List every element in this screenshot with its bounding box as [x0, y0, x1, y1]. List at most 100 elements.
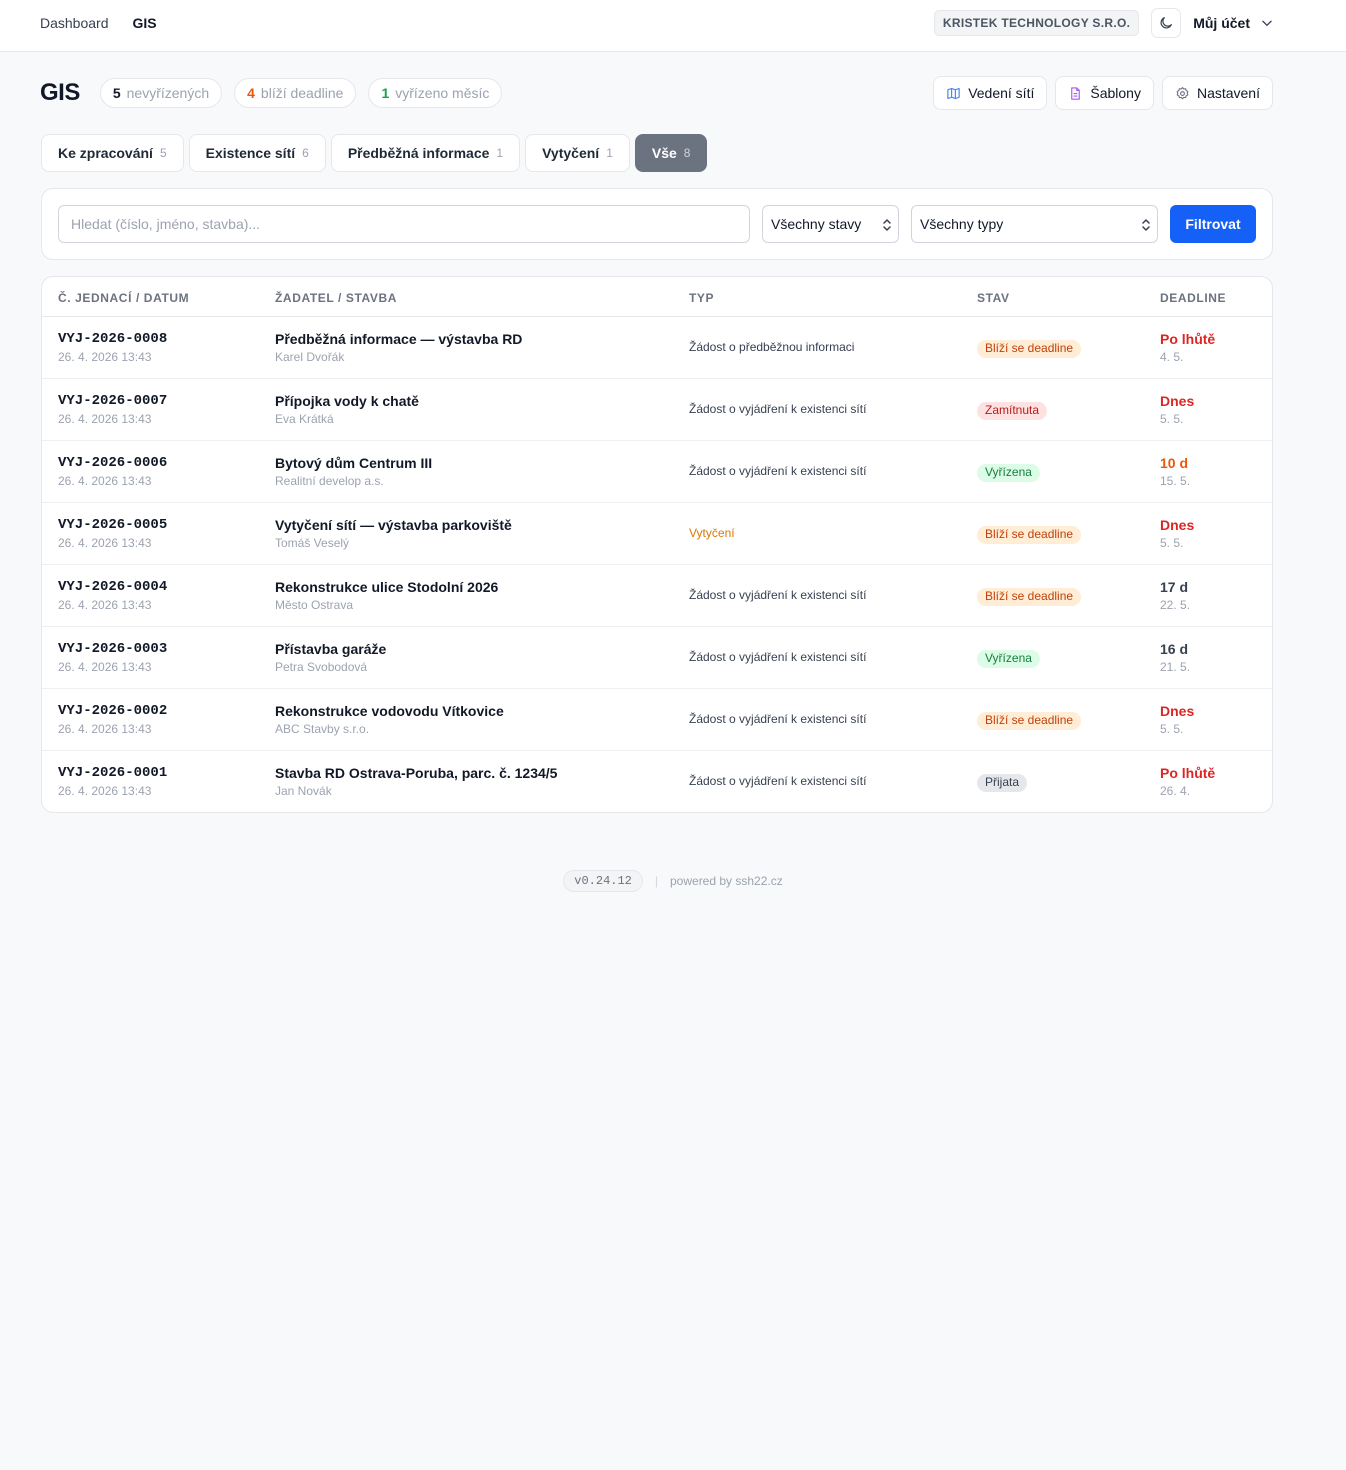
stat-done-month: 1 vyřízeno měsíc: [368, 78, 503, 108]
tab-count: 1: [496, 146, 504, 160]
state-cell: Blíží se deadline: [977, 587, 1082, 606]
construction-name[interactable]: Bytový dům Centrum III: [275, 455, 432, 471]
case-number[interactable]: VYJ-2026-0004: [58, 579, 167, 595]
deadline-cell: 17 d 22. 5.: [1160, 579, 1190, 612]
type-cell: Žádost o předběžnou informaci: [689, 340, 855, 354]
account-menu[interactable]: Můj účet: [1193, 15, 1274, 31]
settings-button[interactable]: Nastavení: [1161, 76, 1273, 110]
deadline-cell: Dnes 5. 5.: [1160, 393, 1194, 426]
updown-caret-icon: [1142, 219, 1150, 231]
deadline-status: Dnes: [1160, 393, 1195, 409]
header-type[interactable]: TYP: [689, 291, 714, 305]
applicant-cell: Stavba RD Ostrava-Poruba, parc. č. 1234/…: [275, 765, 557, 798]
deadline-cell: Po lhůtě 4. 5.: [1160, 331, 1215, 364]
theme-toggle-button[interactable]: [1151, 8, 1182, 38]
state-cell: Zamítnuta: [977, 401, 1048, 420]
table-row[interactable]: VYJ-2026-0001 26. 4. 2026 13:43 Stavba RD …: [42, 751, 1272, 812]
deadline-date: 15. 5.: [1160, 474, 1191, 488]
status-badge: Vyřízena: [977, 650, 1040, 668]
tab-predbezna-informace[interactable]: Předběžná informace 1: [330, 134, 521, 172]
footer: v0.24.12 | powered by ssh22.cz: [0, 870, 1346, 892]
applicant-cell: Vytyčení sítí — výstavba parkoviště Tomáš…: [275, 517, 512, 550]
state-cell: Vyřízena: [977, 649, 1040, 668]
table-row[interactable]: VYJ-2026-0008 26. 4. 2026 13:43 Předběžná …: [42, 317, 1272, 379]
construction-name[interactable]: Rekonstrukce ulice Stodolní 2026: [275, 579, 498, 595]
case-date: 26. 4. 2026 13:43: [58, 474, 152, 488]
top-bar: Dashboard GIS KRISTEK TECHNOLOGY S.R.O. …: [0, 0, 1346, 52]
case-date: 26. 4. 2026 13:43: [58, 660, 152, 674]
table-row[interactable]: VYJ-2026-0007 26. 4. 2026 13:43 Přípojka v…: [42, 379, 1272, 441]
construction-name[interactable]: Vytyčení sítí — výstavba parkoviště: [275, 517, 512, 533]
type-cell: Vytyčení: [689, 526, 735, 540]
applicant-name: Karel Dvořák: [275, 350, 345, 364]
header-state[interactable]: STAV: [977, 291, 1010, 305]
state-select[interactable]: Všechny stavy: [762, 205, 899, 243]
id-cell: VYJ-2026-0001 26. 4. 2026 13:43: [58, 765, 167, 798]
networks-button[interactable]: Vedení sítí: [933, 76, 1048, 110]
type-select[interactable]: Všechny typy: [911, 205, 1158, 243]
deadline-date: 21. 5.: [1160, 660, 1191, 674]
case-number[interactable]: VYJ-2026-0001: [58, 765, 167, 781]
table-row[interactable]: VYJ-2026-0006 26. 4. 2026 13:43 Bytový dům…: [42, 441, 1272, 503]
deadline-status: 16 d: [1160, 641, 1189, 657]
moon-icon: [1160, 17, 1173, 29]
table-row[interactable]: VYJ-2026-0005 26. 4. 2026 13:43 Vytyčení s…: [42, 503, 1272, 565]
applicant-name: Jan Novák: [275, 784, 332, 798]
tab-count: 8: [683, 146, 691, 160]
state-cell: Přijata: [977, 773, 1028, 792]
applicant-cell: Přípojka vody k chatě Eva Krátká: [275, 393, 419, 426]
case-number[interactable]: VYJ-2026-0006: [58, 455, 167, 471]
case-date: 26. 4. 2026 13:43: [58, 598, 152, 612]
type-cell: Žádost o vyjádření k existenci sítí: [689, 774, 867, 788]
case-number[interactable]: VYJ-2026-0007: [58, 393, 167, 409]
applicant-cell: Rekonstrukce ulice Stodolní 2026 Město Os…: [275, 579, 498, 612]
case-number[interactable]: VYJ-2026-0003: [58, 641, 167, 657]
case-number[interactable]: VYJ-2026-0002: [58, 703, 167, 719]
deadline-status: Po lhůtě: [1160, 331, 1216, 347]
construction-name[interactable]: Přípojka vody k chatě: [275, 393, 419, 409]
applicant-cell: Bytový dům Centrum III Realitní develop a…: [275, 455, 432, 488]
header-id[interactable]: Č. JEDNACÍ / DATUM: [58, 291, 189, 305]
top-right: KRISTEK TECHNOLOGY S.R.O. Můj účet: [933, 8, 1274, 38]
case-number[interactable]: VYJ-2026-0008: [58, 331, 167, 347]
powered-by: powered by ssh22.cz: [670, 874, 783, 888]
tab-vytyceni[interactable]: Vytyčení 1: [525, 134, 630, 172]
construction-name[interactable]: Rekonstrukce vodovodu Vítkovice: [275, 703, 504, 719]
table-row[interactable]: VYJ-2026-0003 26. 4. 2026 13:43 Přístavba …: [42, 627, 1272, 689]
nav-gis[interactable]: GIS: [133, 15, 157, 31]
deadline-cell: Po lhůtě 26. 4.: [1160, 765, 1215, 798]
header-actions: Vedení sítí Šablony Nastavení: [933, 76, 1273, 110]
deadline-status: Dnes: [1160, 517, 1195, 533]
deadline-cell: 16 d 21. 5.: [1160, 641, 1190, 674]
tab-label: Ke zpracování: [58, 145, 153, 161]
filter-button[interactable]: Filtrovat: [1170, 205, 1256, 243]
applicant-name: Eva Krátká: [275, 412, 334, 426]
case-number[interactable]: VYJ-2026-0005: [58, 517, 167, 533]
table-row[interactable]: VYJ-2026-0002 26. 4. 2026 13:43 Rekonstruk…: [42, 689, 1272, 751]
tab-ke-zpracovani[interactable]: Ke zpracování 5: [41, 134, 184, 172]
construction-name[interactable]: Stavba RD Ostrava-Poruba, parc. č. 1234/…: [275, 765, 557, 781]
stat-label: nevyřízených: [126, 85, 210, 101]
company-badge: KRISTEK TECHNOLOGY S.R.O.: [933, 10, 1140, 36]
header-deadline[interactable]: DEADLINE: [1160, 291, 1226, 305]
construction-name[interactable]: Přístavba garáže: [275, 641, 386, 657]
id-cell: VYJ-2026-0008 26. 4. 2026 13:43: [58, 331, 167, 364]
id-cell: VYJ-2026-0006 26. 4. 2026 13:43: [58, 455, 167, 488]
search-input[interactable]: [58, 205, 750, 243]
tab-vse[interactable]: Vše 8: [634, 134, 708, 172]
header-applicant[interactable]: ŽADATEL / STAVBA: [275, 291, 397, 305]
table-row[interactable]: VYJ-2026-0004 26. 4. 2026 13:43 Rekonstruk…: [42, 565, 1272, 627]
construction-name[interactable]: Předběžná informace — výstavba RD: [275, 331, 522, 347]
status-badge: Zamítnuta: [977, 402, 1048, 420]
id-cell: VYJ-2026-0005 26. 4. 2026 13:43: [58, 517, 167, 550]
type-cell: Žádost o vyjádření k existenci sítí: [689, 650, 867, 664]
deadline-status: 17 d: [1160, 579, 1189, 595]
nav-dashboard[interactable]: Dashboard: [40, 15, 109, 31]
gear-icon: [1176, 86, 1189, 99]
templates-button[interactable]: Šablony: [1055, 76, 1154, 110]
case-date: 26. 4. 2026 13:43: [58, 784, 152, 798]
category-tabs: Ke zpracování 5 Existence sítí 6 Předběž…: [41, 134, 708, 172]
tab-existence-siti[interactable]: Existence sítí 6: [188, 134, 326, 172]
tab-label: Existence sítí: [205, 145, 296, 161]
state-cell: Blíží se deadline: [977, 711, 1082, 730]
